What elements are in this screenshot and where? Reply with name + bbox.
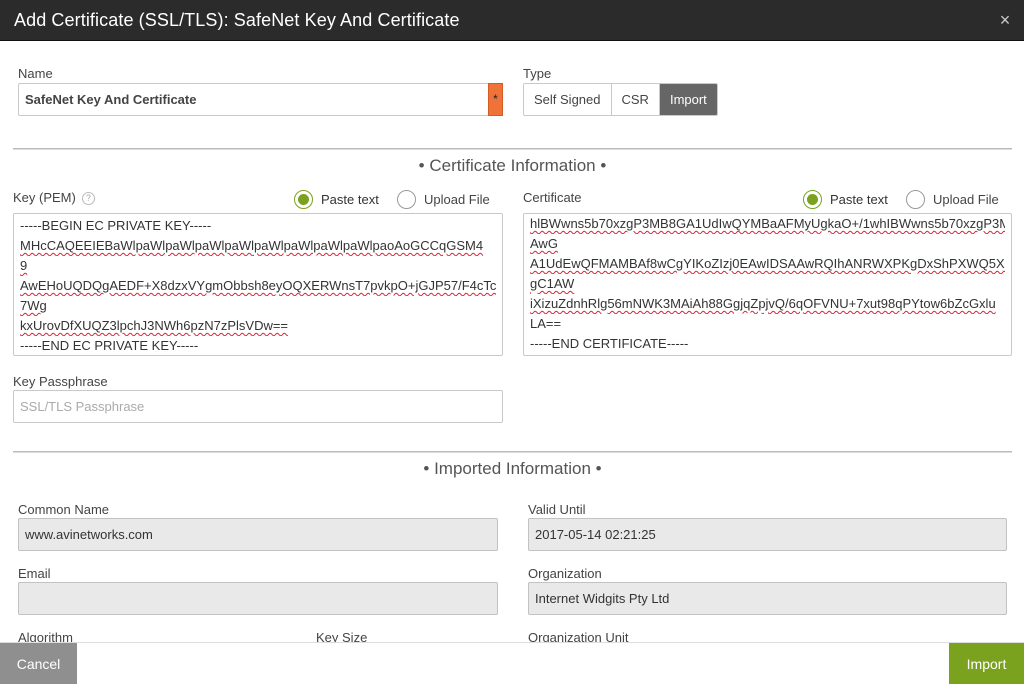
algorithm-label: Algorithm — [18, 630, 73, 642]
cert-line: LA== — [530, 316, 562, 331]
cert-line: AwG — [530, 236, 558, 251]
dialog-header: Add Certificate (SSL/TLS): SafeNet Key A… — [0, 0, 1024, 41]
key-pem-textarea[interactable]: -----BEGIN EC PRIVATE KEY----- MHcCAQEEI… — [13, 213, 503, 356]
cert-paste-text-radio[interactable]: Paste text — [803, 190, 888, 209]
cert-line: gC1AW — [530, 276, 575, 291]
common-name-label: Common Name — [18, 502, 110, 517]
organization-label: Organization — [528, 566, 602, 581]
key-paste-text-radio[interactable]: Paste text — [294, 190, 379, 209]
key-upload-file-label: Upload File — [424, 192, 490, 207]
type-option-self-signed[interactable]: Self Signed — [524, 84, 612, 115]
required-icon: * — [488, 83, 503, 116]
cert-line: A1UdEwQFMAMBAf8wCgYIKoZIzj0EAwIDSAAwRQIh… — [530, 256, 1005, 271]
section-divider — [13, 148, 1012, 150]
organization-unit-label: Organization Unit — [528, 630, 629, 642]
key-line: 7Wg — [20, 298, 47, 313]
key-line: MHcCAQEEIEBaWlpaWlpaWlpaWlpaWlpaWlpaWlpa… — [20, 238, 484, 253]
key-size-label: Key Size — [316, 630, 368, 642]
radio-checked-icon — [803, 190, 822, 209]
dialog-title: Add Certificate (SSL/TLS): SafeNet Key A… — [14, 10, 460, 30]
imported-information-title: • Imported Information • — [423, 459, 602, 478]
key-passphrase-input[interactable] — [13, 390, 503, 423]
key-passphrase-label: Key Passphrase — [13, 374, 108, 389]
cert-line: hlBWwns5b70xzgP3MB8GA1UdIwQYMBaAFMyUgkaO… — [530, 216, 1005, 231]
key-pem-label: Key (PEM)? — [13, 190, 95, 205]
help-icon[interactable]: ? — [81, 192, 95, 205]
radio-unchecked-icon — [906, 190, 925, 209]
close-icon[interactable]: × — [994, 9, 1016, 31]
cert-line: iXizuZdnhRlg56mNWK3MAiAh88GgjqZpjvQ/6qOF… — [530, 296, 996, 311]
cert-line: -----END CERTIFICATE----- — [530, 336, 689, 351]
import-button[interactable]: Import — [949, 643, 1024, 684]
type-option-import[interactable]: Import — [659, 84, 717, 115]
certificate-label: Certificate — [523, 190, 582, 205]
radio-unchecked-icon — [397, 190, 416, 209]
cert-paste-text-label: Paste text — [830, 192, 888, 207]
type-label: Type — [523, 66, 552, 81]
email-field — [18, 582, 498, 615]
key-upload-file-radio[interactable]: Upload File — [397, 190, 490, 209]
key-line: kxUrovDfXUQZ3lpchJ3NWh6pzN7zPlsVDw== — [20, 318, 289, 333]
common-name-field: www.avinetworks.com — [18, 518, 498, 551]
name-input[interactable] — [18, 83, 489, 116]
valid-until-label: Valid Until — [528, 502, 586, 517]
key-pem-label-text: Key (PEM) — [13, 190, 76, 205]
radio-checked-icon — [294, 190, 313, 209]
key-line: -----END EC PRIVATE KEY----- — [20, 338, 199, 353]
key-line: 9 — [20, 258, 28, 273]
email-label: Email — [18, 566, 51, 581]
type-option-csr[interactable]: CSR — [611, 84, 660, 115]
key-line: AwEHoUQDQgAEDF+X8dzxVYgmObbsh8eyOQXERWns… — [20, 278, 496, 293]
type-segmented-control: Self Signed CSR Import — [523, 83, 718, 116]
dialog-body: Name * Type Self Signed CSR Import • Cer… — [0, 41, 1024, 642]
cert-upload-file-label: Upload File — [933, 192, 999, 207]
certificate-textarea[interactable]: hlBWwns5b70xzgP3MB8GA1UdIwQYMBaAFMyUgkaO… — [523, 213, 1012, 356]
cert-upload-file-radio[interactable]: Upload File — [906, 190, 999, 209]
certificate-information-title: • Certificate Information • — [418, 156, 607, 175]
dialog-footer: Cancel Import — [0, 642, 1024, 684]
cancel-button[interactable]: Cancel — [0, 643, 77, 684]
key-line: -----BEGIN EC PRIVATE KEY----- — [20, 218, 212, 233]
section-divider — [13, 451, 1012, 453]
name-label: Name — [18, 66, 53, 81]
key-paste-text-label: Paste text — [321, 192, 379, 207]
organization-field: Internet Widgits Pty Ltd — [528, 582, 1007, 615]
valid-until-field: 2017-05-14 02:21:25 — [528, 518, 1007, 551]
